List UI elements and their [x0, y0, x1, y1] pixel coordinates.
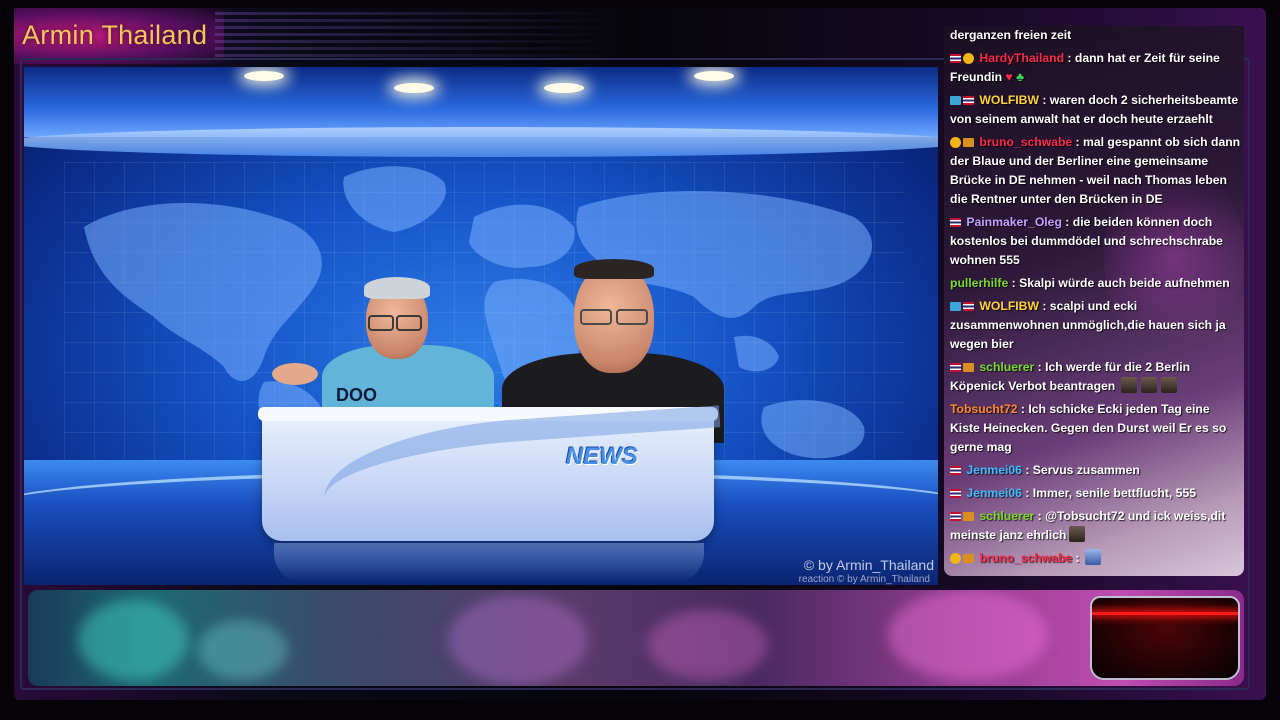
emote-icon — [1085, 549, 1102, 565]
bokeh-light — [78, 600, 188, 680]
chat-message-text: : Servus zusammen — [1021, 463, 1140, 477]
chat-message: Jenmei06 : Servus zusammen — [950, 461, 1242, 480]
bottom-banner — [28, 590, 1244, 686]
mod-badge-icon — [950, 96, 961, 105]
chat-username[interactable]: HardyThailand — [979, 51, 1064, 65]
thai-flag-badge-icon — [950, 54, 961, 63]
chat-message: bruno_schwabe : mal gespannt ob sich dan… — [950, 133, 1242, 209]
emote-icon — [1120, 377, 1137, 393]
subscriber-badge-icon — [963, 138, 974, 147]
subscriber-badge-icon — [963, 512, 974, 521]
chat-message: Painmaker_Oleg : die beiden können doch … — [950, 213, 1242, 270]
chat-username[interactable]: schluerer — [979, 360, 1034, 374]
chat-panel[interactable]: derganzen freien zeit HardyThailand : da… — [944, 26, 1244, 576]
camera-widget — [1090, 596, 1240, 680]
chat-message-text: derganzen freien zeit — [950, 28, 1072, 42]
chat-message-list[interactable]: derganzen freien zeit HardyThailand : da… — [950, 26, 1242, 572]
chat-message: schluerer : Ich werde für die 2 Berlin K… — [950, 358, 1242, 396]
desk-reflection — [274, 543, 704, 583]
chat-username[interactable]: schluerer — [979, 509, 1034, 523]
subscriber-badge-icon — [963, 363, 974, 372]
chat-username[interactable]: Jenmei06 — [966, 463, 1022, 477]
mod-badge-icon — [950, 302, 961, 311]
clover-emoji-icon: ♣ — [1016, 70, 1025, 84]
video-feed[interactable]: DOO YORK NEWS © by Armin_Thailand reacti… — [24, 67, 938, 585]
chat-username[interactable]: Painmaker_Oleg — [966, 215, 1062, 229]
thai-flag-badge-icon — [963, 302, 974, 311]
chat-username[interactable]: WOLFIBW — [979, 93, 1039, 107]
thai-flag-badge-icon — [950, 466, 961, 475]
thai-flag-badge-icon — [950, 218, 961, 227]
subscriber-badge-icon — [963, 554, 974, 563]
ceiling-band — [24, 127, 938, 157]
gold-badge-icon — [963, 53, 974, 64]
gold-badge-icon — [950, 553, 961, 564]
watermark-reaction: reaction © by Armin_Thailand — [798, 574, 930, 585]
ceiling-light — [544, 83, 584, 93]
bokeh-light — [888, 590, 1048, 680]
chat-username[interactable]: bruno_schwabe — [979, 551, 1072, 565]
emote-icon — [1160, 377, 1177, 393]
chat-username[interactable]: pullerhilfe — [950, 276, 1008, 290]
red-led-strip — [1092, 612, 1238, 615]
gold-badge-icon — [950, 137, 961, 148]
chat-username[interactable]: WOLFIBW — [979, 299, 1039, 313]
ceiling-light — [244, 71, 284, 81]
thai-flag-badge-icon — [950, 512, 961, 521]
chat-message: schluerer : @Tobsucht72 und ick weiss,di… — [950, 507, 1242, 545]
thai-flag-badge-icon — [963, 96, 974, 105]
glasses — [580, 309, 612, 325]
thai-flag-badge-icon — [950, 489, 961, 498]
bokeh-light — [648, 610, 768, 680]
chat-message-text: : Skalpi würde auch beide aufnehmen — [1008, 276, 1230, 290]
presenter-left-hair — [364, 277, 430, 299]
chat-message: WOLFIBW : scalpi und ecki zusammenwohnen… — [950, 297, 1242, 354]
chat-message: Tobsucht72 : Ich schicke Ecki jeden Tag … — [950, 400, 1242, 457]
presenter-right-hair — [574, 259, 654, 279]
glasses — [616, 309, 648, 325]
chat-message: bruno_schwabe : — [950, 549, 1242, 568]
channel-title: Armin Thailand — [22, 20, 208, 50]
chat-message: pullerhilfe : Skalpi würde auch beide au… — [950, 274, 1242, 293]
chat-message: Jenmei06 : Immer, senile bettflucht, 555 — [950, 484, 1242, 503]
heart-emoji-icon: ♥ — [1005, 70, 1013, 84]
watermark: © by Armin_Thailand — [803, 557, 934, 573]
chat-message: HardyThailand : dann hat er Zeit für sei… — [950, 49, 1242, 87]
chat-username[interactable]: bruno_schwabe — [979, 135, 1072, 149]
emote-icon — [1068, 526, 1085, 542]
bokeh-light — [448, 595, 588, 685]
glasses — [368, 315, 394, 331]
news-desk-label: NEWS — [566, 443, 638, 470]
chat-username[interactable]: Jenmei06 — [966, 486, 1022, 500]
glasses — [396, 315, 422, 331]
decorative-stripes — [215, 12, 635, 60]
chat-message: derganzen freien zeit — [950, 26, 1242, 45]
thai-flag-badge-icon — [950, 363, 961, 372]
presenter-left-hand — [272, 363, 318, 385]
chat-message: WOLFIBW : waren doch 2 sicherheitsbeamte… — [950, 91, 1242, 129]
bokeh-light — [198, 620, 288, 680]
emote-icon — [1140, 377, 1157, 393]
ceiling-light — [394, 83, 434, 93]
chat-username[interactable]: Tobsucht72 — [950, 402, 1018, 416]
chat-message-text: : Immer, senile bettflucht, 555 — [1021, 486, 1197, 500]
chat-message-text: : — [1072, 551, 1084, 565]
ceiling-light — [694, 71, 734, 81]
